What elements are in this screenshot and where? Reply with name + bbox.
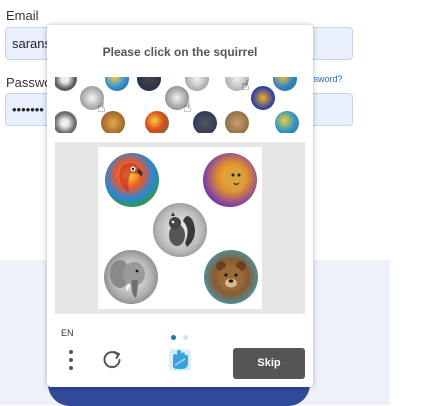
- hand-cursor-icon: ☝: [97, 99, 106, 115]
- parrot-icon: [273, 77, 297, 91]
- reload-icon[interactable]: [101, 349, 123, 376]
- panther-icon: [137, 77, 161, 91]
- zebra-icon: [55, 77, 77, 91]
- lion-icon: [251, 86, 275, 110]
- captcha-title: Please click on the squirrel: [102, 45, 258, 59]
- parrot-icon[interactable]: [105, 153, 159, 207]
- parrot-icon: [145, 111, 169, 133]
- zebra-icon: [55, 111, 77, 133]
- captcha-logo-icon: [165, 345, 195, 380]
- email-label: Email: [6, 8, 39, 23]
- bear-icon[interactable]: [204, 250, 258, 304]
- page-dot-active: [171, 335, 176, 340]
- panther-icon: [193, 111, 217, 133]
- bear-icon: [225, 111, 249, 133]
- parrot-icon: [105, 77, 129, 91]
- captcha-image-panel: [55, 142, 305, 314]
- squirrel-icon[interactable]: [153, 203, 207, 257]
- language-selector[interactable]: EN: [61, 328, 74, 338]
- wolf-icon: [185, 77, 209, 91]
- page-indicator: [171, 327, 191, 345]
- elephant-icon[interactable]: [104, 250, 158, 304]
- password-label: Passwo: [6, 75, 52, 90]
- page-dot: [183, 335, 189, 340]
- lion-icon[interactable]: [203, 153, 257, 207]
- skip-button[interactable]: Skip: [233, 348, 305, 379]
- forgot-password-link[interactable]: ssword?: [309, 74, 343, 84]
- more-options-icon[interactable]: [69, 350, 73, 374]
- hand-cursor-icon: ☝: [183, 99, 192, 115]
- parrot-icon: [275, 111, 299, 133]
- captcha-challenge-card: [98, 147, 262, 309]
- captcha-animated-strip: ☝ ☝ ☝: [55, 77, 305, 133]
- hand-cursor-icon: ☝: [241, 77, 250, 93]
- captcha-dialog: Please click on the squirrel ☝ ☝ ☝ EN Sk…: [47, 25, 313, 387]
